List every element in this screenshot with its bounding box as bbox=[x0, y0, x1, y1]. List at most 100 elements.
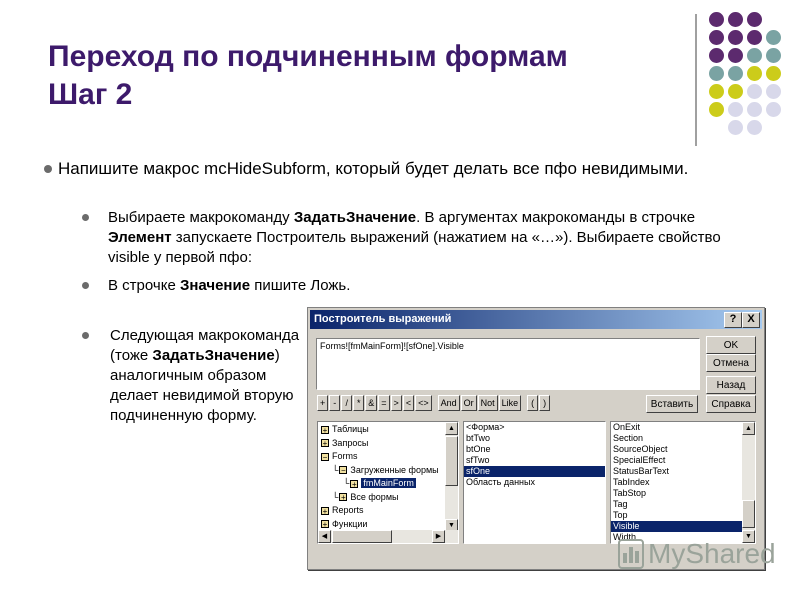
list-item[interactable]: SpecialEffect bbox=[611, 455, 755, 466]
operator-button[interactable]: And bbox=[437, 395, 460, 411]
decor-dot bbox=[728, 12, 743, 27]
props-vscroll-thumb[interactable] bbox=[742, 500, 755, 528]
decor-dot bbox=[766, 66, 781, 81]
plus-icon[interactable]: + bbox=[321, 425, 329, 434]
list-item[interactable]: Visible bbox=[611, 521, 755, 532]
plus-icon[interactable]: + bbox=[321, 439, 329, 448]
operator-button[interactable]: Or bbox=[460, 395, 477, 411]
decor-dot bbox=[747, 102, 762, 117]
objects-list-pane[interactable]: <Форма> btTwo btOne sfTwo sfOne Область данны… bbox=[463, 421, 606, 544]
properties-list-pane[interactable]: OnExit Section SourceObject SpecialEffect St… bbox=[610, 421, 756, 544]
operator-button[interactable]: Like bbox=[498, 395, 522, 411]
tree-hscroll-thumb[interactable] bbox=[332, 530, 392, 543]
list-item[interactable]: <Форма> bbox=[464, 422, 605, 433]
operator-button[interactable]: > bbox=[390, 395, 402, 411]
tree-node[interactable]: └ + Все формы bbox=[332, 492, 398, 503]
list-item[interactable]: SourceObject bbox=[611, 444, 755, 455]
plus-icon[interactable]: + bbox=[321, 506, 329, 515]
decor-dot bbox=[747, 12, 762, 27]
list-item[interactable]: sfOne bbox=[464, 466, 605, 477]
watermark: MyShared bbox=[618, 534, 776, 574]
decor-dot bbox=[766, 102, 781, 117]
list-item[interactable]: OnExit bbox=[611, 422, 755, 433]
tree-vscrollbar[interactable]: ▲ ▼ bbox=[445, 422, 458, 532]
cancel-button[interactable]: Отмена bbox=[706, 354, 756, 372]
expression-input[interactable]: Forms![fmMainForm]![sfOne].Visible bbox=[316, 338, 700, 390]
operator-button[interactable]: & bbox=[365, 395, 378, 411]
tree-node-label: Forms bbox=[332, 451, 358, 461]
list-item[interactable]: btTwo bbox=[464, 433, 605, 444]
tree-node[interactable]: + Запросы bbox=[321, 438, 368, 449]
decor-dot bbox=[709, 30, 724, 45]
slide-title-line1: Переход по подчиненным формам bbox=[48, 40, 568, 73]
list-item[interactable]: StatusBarText bbox=[611, 466, 755, 477]
dialog-close-button[interactable]: X bbox=[742, 312, 760, 328]
plus-icon[interactable]: + bbox=[321, 520, 329, 529]
operator-button[interactable]: ) bbox=[539, 395, 551, 411]
operator-button[interactable]: Not bbox=[477, 395, 498, 411]
operator-button[interactable]: < bbox=[402, 395, 415, 411]
tree-node[interactable]: └ + fmMainForm bbox=[343, 478, 416, 489]
object-tree-pane[interactable]: + Таблицы + Запросы − Forms └ − Загруженные форм… bbox=[317, 421, 459, 544]
decor-dot bbox=[709, 84, 724, 99]
operator-button[interactable]: / bbox=[341, 395, 353, 411]
decor-dot bbox=[728, 120, 743, 135]
tree-node-label: Загруженные формы bbox=[350, 464, 439, 475]
decor-dot bbox=[747, 30, 762, 45]
tree-node[interactable]: + Reports bbox=[321, 505, 364, 516]
dialog-titlebar: Построитель выражений bbox=[310, 310, 762, 329]
operator-button[interactable]: ( bbox=[527, 395, 539, 411]
decor-dot bbox=[728, 66, 743, 81]
tree-node[interactable]: + Таблицы bbox=[321, 424, 369, 435]
minus-icon[interactable]: − bbox=[339, 466, 348, 475]
slide-title: Переход по подчиненным формам Шаг 2 bbox=[48, 38, 688, 114]
decor-dot bbox=[709, 12, 724, 27]
list-item[interactable]: TabStop bbox=[611, 488, 755, 499]
list-item[interactable]: btOne bbox=[464, 444, 605, 455]
back-button[interactable]: Назад bbox=[706, 376, 756, 394]
insert-button[interactable]: Вставить bbox=[646, 395, 698, 413]
list-item[interactable]: Tag bbox=[611, 499, 755, 510]
operator-button[interactable]: + bbox=[317, 395, 329, 411]
plus-icon[interactable]: + bbox=[350, 479, 359, 488]
props-vscrollbar[interactable]: ▲ ▼ bbox=[742, 422, 755, 543]
tree-node[interactable]: − Forms bbox=[321, 451, 358, 462]
operator-button[interactable]: * bbox=[353, 395, 365, 411]
tree-node-label: fmMainForm bbox=[361, 478, 416, 488]
decor-dot bbox=[728, 102, 743, 117]
scroll-right-icon[interactable]: ▶ bbox=[432, 530, 445, 543]
tree-node[interactable]: └ − Загруженные формы bbox=[332, 465, 439, 476]
decor-dot bbox=[709, 102, 724, 117]
decor-dot bbox=[747, 120, 762, 135]
minus-icon[interactable]: − bbox=[321, 452, 329, 461]
list-item[interactable]: Section bbox=[611, 433, 755, 444]
bullet-2: Следующая макрокоманда (тоже ЗадатьЗначе… bbox=[82, 327, 300, 424]
list-item[interactable]: sfTwo bbox=[464, 455, 605, 466]
decor-dot bbox=[728, 48, 743, 63]
decor-dot bbox=[728, 84, 743, 99]
ok-button[interactable]: OK bbox=[706, 336, 756, 354]
operator-button[interactable]: - bbox=[329, 395, 341, 411]
bullet-1: Напишите макрос mcHideSubform, который б… bbox=[44, 158, 698, 179]
dialog-title: Построитель выражений bbox=[314, 313, 452, 325]
tree-hscrollbar[interactable]: ◀ ▶ bbox=[318, 530, 458, 543]
tree-node[interactable]: + Функции bbox=[321, 519, 367, 530]
operator-button[interactable]: <> bbox=[415, 395, 432, 411]
bullet-1-sub-1: Выбираете макрокоманду ЗадатьЗначение. В… bbox=[82, 208, 748, 268]
decor-dot bbox=[766, 30, 781, 45]
scroll-up-icon[interactable]: ▲ bbox=[742, 422, 755, 435]
objects-list: <Форма> btTwo btOne sfTwo sfOne Область данны… bbox=[464, 422, 605, 488]
tree-vscroll-thumb[interactable] bbox=[445, 436, 458, 486]
list-item[interactable]: Top bbox=[611, 510, 755, 521]
help-button[interactable]: Справка bbox=[706, 395, 756, 413]
properties-list: OnExit Section SourceObject SpecialEffect St… bbox=[611, 422, 755, 543]
slide-title-line2: Шаг 2 bbox=[48, 78, 133, 111]
scroll-up-icon[interactable]: ▲ bbox=[445, 422, 458, 435]
list-item[interactable]: TabIndex bbox=[611, 477, 755, 488]
scroll-left-icon[interactable]: ◀ bbox=[318, 530, 331, 543]
decor-dot bbox=[747, 48, 762, 63]
list-item[interactable]: Область данных bbox=[464, 477, 605, 488]
operator-button[interactable]: = bbox=[378, 395, 390, 411]
dialog-help-button[interactable]: ? bbox=[724, 312, 742, 328]
plus-icon[interactable]: + bbox=[339, 493, 348, 502]
